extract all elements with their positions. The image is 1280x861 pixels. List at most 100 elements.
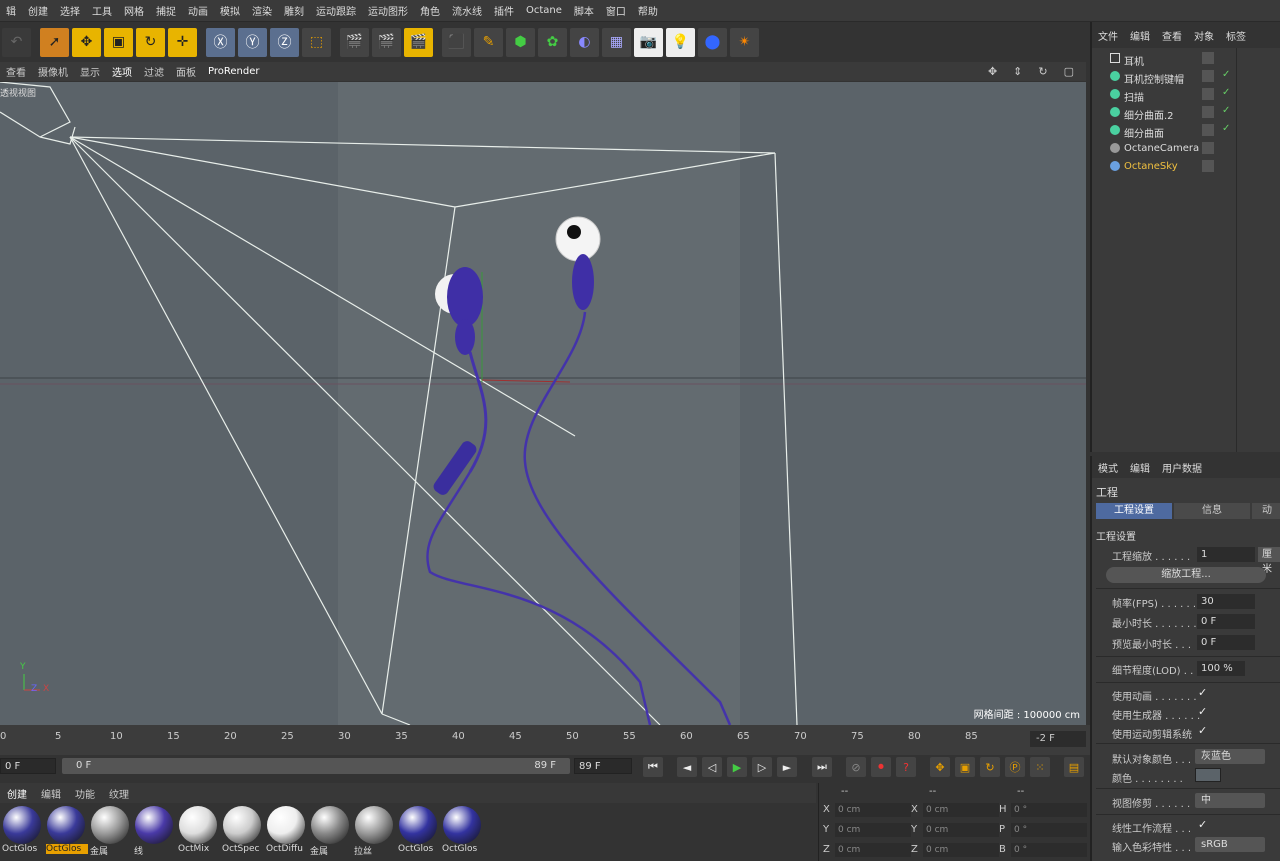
menu-item[interactable]: 角色 bbox=[414, 3, 446, 18]
auto-key-icon[interactable]: ? bbox=[896, 757, 916, 777]
coord-field[interactable]: 0 cm bbox=[923, 803, 999, 817]
visibility-toggle-icon[interactable] bbox=[1202, 88, 1214, 100]
object-row[interactable]: 耳机 bbox=[1092, 50, 1280, 68]
menu-item[interactable]: 选择 bbox=[54, 3, 86, 18]
coord-field[interactable]: 0 cm bbox=[923, 843, 999, 857]
x-axis-icon[interactable]: Ⓧ bbox=[206, 27, 235, 57]
render-picture-viewer-icon[interactable]: 🎬 bbox=[372, 27, 401, 57]
object-row[interactable]: OctaneCamera bbox=[1092, 140, 1280, 158]
material-item[interactable]: 金属 bbox=[310, 806, 350, 860]
material-item[interactable]: OctGlos bbox=[2, 806, 42, 860]
object-row[interactable]: 细分曲面 ✓ bbox=[1092, 122, 1280, 140]
vp-menu-options[interactable]: 选项 bbox=[106, 64, 138, 79]
object-row[interactable]: 耳机控制键帽 ✓ bbox=[1092, 68, 1280, 86]
input-color-dropdown[interactable]: sRGB bbox=[1195, 837, 1265, 852]
fps-field[interactable]: 30 bbox=[1197, 594, 1255, 609]
material-item[interactable]: OctGlos bbox=[46, 806, 88, 860]
min-time-field[interactable]: 0 F bbox=[1197, 614, 1255, 629]
orbit-icon[interactable]: ↻ bbox=[1032, 65, 1053, 78]
tab-dynamics[interactable]: 动 bbox=[1252, 503, 1280, 519]
color-swatch[interactable] bbox=[1195, 768, 1221, 782]
end-frame-field[interactable]: 89 F bbox=[574, 758, 632, 774]
scale-field[interactable]: 1 bbox=[1197, 547, 1255, 562]
scale-unit-dropdown[interactable]: 厘米 bbox=[1258, 547, 1280, 575]
menu-item[interactable]: 网格 bbox=[118, 3, 150, 18]
camera-icon[interactable]: 📷 bbox=[634, 27, 663, 57]
coord-field[interactable]: 0 cm bbox=[923, 823, 999, 837]
enabled-check-icon[interactable]: ✓ bbox=[1222, 105, 1230, 116]
next-key-icon[interactable]: ► bbox=[777, 757, 797, 777]
vp-menu-filter[interactable]: 过滤 bbox=[138, 64, 170, 79]
visibility-toggle-icon[interactable] bbox=[1202, 106, 1214, 118]
vp-menu-camera[interactable]: 摄像机 bbox=[32, 64, 74, 79]
menu-item[interactable]: 雕刻 bbox=[278, 3, 310, 18]
maximize-icon[interactable]: ▢ bbox=[1058, 65, 1080, 78]
visibility-toggle-icon[interactable] bbox=[1202, 124, 1214, 136]
vp-menu-panel[interactable]: 面板 bbox=[170, 64, 202, 79]
select-cursor-icon[interactable]: ➚ bbox=[40, 27, 69, 57]
menu-item[interactable]: 窗口 bbox=[600, 3, 632, 18]
object-row[interactable]: 扫描 ✓ bbox=[1092, 86, 1280, 104]
attr-menu-edit[interactable]: 编辑 bbox=[1124, 460, 1156, 475]
effector-icon[interactable]: ✴ bbox=[730, 27, 759, 57]
menu-item[interactable]: 运动图形 bbox=[362, 3, 414, 18]
pan-icon[interactable]: ✥ bbox=[982, 65, 1003, 78]
visibility-toggle-icon[interactable] bbox=[1202, 52, 1214, 64]
material-item[interactable]: OctGlos bbox=[398, 806, 438, 860]
prev-frame-icon[interactable]: ◁ bbox=[702, 757, 722, 777]
key-grid-icon[interactable]: ⁙ bbox=[1030, 757, 1050, 777]
material-item[interactable]: OctSpec bbox=[222, 806, 262, 860]
default-color-dropdown[interactable]: 灰蓝色 bbox=[1195, 749, 1265, 764]
key-move-icon[interactable]: ✥ bbox=[930, 757, 950, 777]
menu-item[interactable]: 运动跟踪 bbox=[310, 3, 362, 18]
floor-icon[interactable]: ▦ bbox=[602, 27, 631, 57]
key-rotate-icon[interactable]: ↻ bbox=[980, 757, 1000, 777]
menu-item[interactable]: 动画 bbox=[182, 3, 214, 18]
use-generators-checkbox[interactable]: ✓ bbox=[1198, 705, 1207, 718]
undo-icon[interactable]: ↶ bbox=[2, 27, 31, 57]
object-row[interactable]: OctaneSky bbox=[1092, 158, 1280, 176]
z-axis-icon[interactable]: Ⓩ bbox=[270, 27, 299, 57]
start-frame-field[interactable]: 0 F bbox=[0, 758, 56, 774]
attr-menu-userdata[interactable]: 用户数据 bbox=[1156, 460, 1208, 475]
menu-item[interactable]: 脚本 bbox=[568, 3, 600, 18]
obj-menu-tags[interactable]: 标签 bbox=[1220, 28, 1252, 43]
preview-min-field[interactable]: 0 F bbox=[1197, 635, 1255, 650]
prev-key-icon[interactable]: ◄ bbox=[677, 757, 697, 777]
go-to-start-icon[interactable]: ⏮ bbox=[643, 757, 663, 777]
pen-icon[interactable]: ✎ bbox=[474, 27, 503, 57]
lod-field[interactable]: 100 % bbox=[1197, 661, 1245, 676]
menu-item[interactable]: 辑 bbox=[0, 3, 22, 18]
key-scale-icon[interactable]: ▣ bbox=[955, 757, 975, 777]
enabled-check-icon[interactable]: ✓ bbox=[1222, 69, 1230, 80]
visibility-toggle-icon[interactable] bbox=[1202, 70, 1214, 82]
record-icon[interactable]: ⏺ bbox=[871, 757, 891, 777]
keyframe-icon[interactable]: ⊘ bbox=[846, 757, 866, 777]
visibility-toggle-icon[interactable] bbox=[1202, 160, 1214, 172]
menu-item[interactable]: 创建 bbox=[22, 3, 54, 18]
obj-menu-edit[interactable]: 编辑 bbox=[1124, 28, 1156, 43]
menu-item[interactable]: 工具 bbox=[86, 3, 118, 18]
cloner-icon[interactable]: ✿ bbox=[538, 27, 567, 57]
subdivision-icon[interactable]: ⬢ bbox=[506, 27, 535, 57]
attr-menu-mode[interactable]: 模式 bbox=[1092, 460, 1124, 475]
vp-menu-prorender[interactable]: ProRender bbox=[202, 66, 265, 77]
material-item[interactable]: OctGlos bbox=[442, 806, 482, 860]
timeline-ruler[interactable]: 0 5 10 15 20 25 30 35 40 45 50 55 60 65 … bbox=[0, 725, 1090, 755]
next-frame-icon[interactable]: ▷ bbox=[752, 757, 772, 777]
frame-range-slider[interactable]: 0 F 89 F bbox=[62, 758, 570, 774]
cube-icon[interactable]: ⬛ bbox=[442, 27, 471, 57]
obj-menu-view[interactable]: 查看 bbox=[1156, 28, 1188, 43]
menu-item[interactable]: Octane bbox=[520, 5, 568, 16]
timeline-window-icon[interactable]: ▤ bbox=[1064, 757, 1084, 777]
render-view-icon[interactable]: 🎬 bbox=[340, 27, 369, 57]
vp-menu-view[interactable]: 查看 bbox=[0, 64, 32, 79]
coord-field[interactable]: 0 cm bbox=[835, 823, 911, 837]
vp-menu-display[interactable]: 显示 bbox=[74, 64, 106, 79]
enabled-check-icon[interactable]: ✓ bbox=[1222, 123, 1230, 134]
coord-field[interactable]: 0 cm bbox=[835, 843, 911, 857]
material-item[interactable]: OctMix bbox=[178, 806, 218, 860]
visibility-toggle-icon[interactable] bbox=[1202, 142, 1214, 154]
material-item[interactable]: 线 bbox=[134, 806, 174, 860]
move-icon[interactable]: ✥ bbox=[72, 27, 101, 57]
